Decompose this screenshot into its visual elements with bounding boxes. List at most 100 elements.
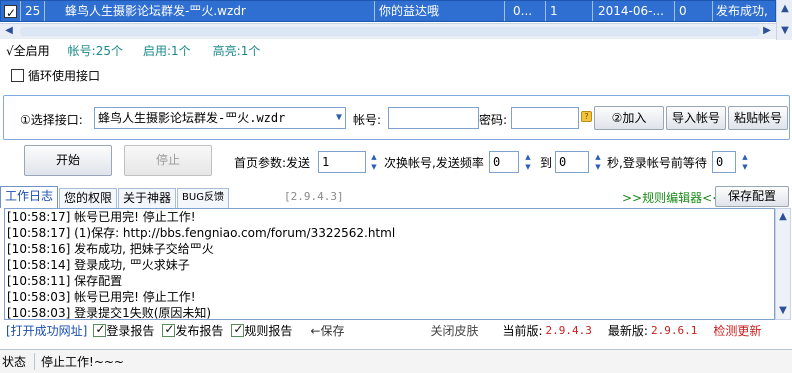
login-report-label: 登录报告 xyxy=(106,323,155,338)
row-checkbox-cell[interactable] xyxy=(1,1,21,21)
add-button[interactable]: ②加入 xyxy=(594,106,664,130)
report-bar: [打开成功网址] 登录报告 发布报告 规则报告 ←保存 关闭皮肤 当前版: 2.… xyxy=(0,320,792,340)
row-col5: 1 xyxy=(546,1,593,21)
tab-bar: 工作日志 您的权限 关于神器 BUG反馈 xyxy=(0,186,230,208)
password-input[interactable] xyxy=(511,107,579,129)
loop-interface-checkbox[interactable] xyxy=(11,69,24,82)
accounts-label: 帐号: xyxy=(67,43,96,58)
account-label: 帐号: xyxy=(353,113,382,127)
loop-interface-label: 循环使用接口 xyxy=(28,69,101,83)
tab-about[interactable]: 关于神器 xyxy=(118,188,177,208)
rule-report-checkbox[interactable] xyxy=(231,322,245,337)
row-col7: 0 xyxy=(675,1,713,21)
account-stats: √全启用 帐号: 25个 启用: 1个 高亮: 1个 xyxy=(6,42,260,58)
spin-down-icon[interactable]: ▼ xyxy=(739,162,751,172)
latest-version-label: 最新版: xyxy=(607,323,648,338)
login-report-checkbox[interactable] xyxy=(93,322,107,337)
save-arrow-label[interactable]: ←保存 xyxy=(310,322,344,339)
accounts-count: 25个 xyxy=(95,43,123,58)
status-message: 停止工作!~~~ xyxy=(41,355,124,369)
status-bar: 状态 停止工作!~~~ xyxy=(0,349,792,373)
row-interface-name: 蜂鸟人生摄影论坛群发-罒火.wzdr xyxy=(45,1,375,21)
frequency-from-input[interactable]: 0 xyxy=(489,151,519,173)
log-line: [10:58:11] 保存配置 xyxy=(7,274,123,288)
loop-interface-option[interactable]: 循环使用接口 xyxy=(11,67,100,84)
rule-report-label: 规则报告 xyxy=(244,323,293,338)
row-date: 2014-06-... xyxy=(593,1,675,21)
frequency-from-spinner[interactable]: ▲ ▼ xyxy=(522,152,534,172)
to-label: 到 xyxy=(540,156,553,170)
send-count-spinner[interactable]: ▲ ▼ xyxy=(368,152,380,172)
close-skin-link[interactable]: 关闭皮肤 xyxy=(430,322,478,339)
row-col4: 0... xyxy=(505,1,546,21)
publish-report-checkbox[interactable] xyxy=(162,322,176,337)
log-line: [10:58:03] 登录提交1失败(原因未知) xyxy=(7,306,212,320)
row-index: 25 xyxy=(21,1,45,21)
wait-label: 秒,登录帐号前等待 xyxy=(607,156,707,170)
status-label: 状态 xyxy=(2,353,36,370)
scroll-right-arrow-icon[interactable]: ▶ xyxy=(760,24,774,38)
chevron-down-icon[interactable]: ▼ xyxy=(336,108,342,128)
wait-input[interactable]: 0 xyxy=(712,151,736,173)
publish-report-label: 发布报告 xyxy=(175,323,224,338)
check-update-link[interactable]: 检测更新 xyxy=(713,322,761,339)
scroll-left-arrow-icon[interactable]: ◀ xyxy=(2,24,16,38)
scroll-up-arrow-icon[interactable]: ▲ xyxy=(778,2,792,16)
account-grid-row[interactable]: 25 蜂鸟人生摄影论坛群发-罒火.wzdr 你的益达哦 0... 1 2014-… xyxy=(0,0,776,22)
home-param-label: 首页参数:发送 xyxy=(234,156,311,170)
scroll-up-arrow-icon[interactable]: ▲ xyxy=(776,210,790,224)
switch-label: 次换帐号,发送频率 xyxy=(384,156,484,170)
row-status: 发布成功, xyxy=(716,4,768,18)
grid-vertical-scrollbar[interactable]: ▲ ▼ xyxy=(776,0,792,40)
frequency-to-input[interactable]: 0 xyxy=(555,151,589,173)
tab-bug-feedback[interactable]: BUG反馈 xyxy=(177,188,229,208)
import-accounts-button[interactable]: 导入帐号 xyxy=(666,106,726,130)
interface-group: ①选择接口: 蜂鸟人生摄影论坛群发-罒火.wzdr ▼ 帐号: 密码: ? ②加… xyxy=(3,95,790,140)
open-success-link[interactable]: [打开成功网址] xyxy=(6,322,87,339)
account-input[interactable] xyxy=(388,107,479,129)
current-version-label: 当前版: xyxy=(502,323,543,338)
row-checkbox[interactable] xyxy=(4,3,17,21)
log-line: [10:58:03] 帐号已用完! 停止工作! xyxy=(7,290,196,304)
current-version-value: 2.9.4.3 xyxy=(545,323,592,337)
interface-select-value: 蜂鸟人生摄影论坛群发-罒火.wzdr xyxy=(98,111,286,125)
stop-button[interactable]: 停止 xyxy=(124,145,212,176)
select-interface-label: ①选择接口: xyxy=(20,113,83,127)
spin-up-icon[interactable]: ▲ xyxy=(739,152,751,162)
enabled-label: 启用: xyxy=(142,43,172,58)
horizontal-scroll-thumb[interactable] xyxy=(20,27,760,36)
spin-up-icon[interactable]: ▲ xyxy=(368,152,380,162)
tab-work-log[interactable]: 工作日志 xyxy=(0,186,59,208)
work-log: [10:58:17] 帐号已用完! 停止工作! [10:58:17] (1)保存… xyxy=(4,208,775,320)
grid-horizontal-scrollbar[interactable]: ◀ ▶ xyxy=(0,23,776,39)
frequency-to-spinner[interactable]: ▲ ▼ xyxy=(592,152,604,172)
spin-down-icon[interactable]: ▼ xyxy=(592,162,604,172)
version-tag: [2.9.4.3] xyxy=(284,190,344,203)
spin-down-icon[interactable]: ▼ xyxy=(368,162,380,172)
password-label: 密码: xyxy=(479,113,508,127)
log-line: [10:58:14] 登录成功, 罒火求妹子 xyxy=(7,258,190,272)
send-count-input[interactable]: 1 xyxy=(318,151,366,173)
check-all-toggle[interactable]: √全启用 xyxy=(6,42,50,59)
enabled-count: 1个 xyxy=(171,43,191,58)
row-nickname: 你的益达哦 xyxy=(375,1,505,21)
spin-down-icon[interactable]: ▼ xyxy=(522,162,534,172)
start-button[interactable]: 开始 xyxy=(24,145,112,176)
save-config-button[interactable]: 保存配置 xyxy=(715,186,789,207)
latest-version-value: 2.9.6.1 xyxy=(650,323,698,337)
highlight-count: 1个 xyxy=(240,43,261,58)
wait-spinner[interactable]: ▲ ▼ xyxy=(739,152,751,172)
rules-editor-link[interactable]: >>规则编辑器<< xyxy=(622,189,722,206)
scroll-down-arrow-icon[interactable]: ▼ xyxy=(778,24,792,38)
spin-up-icon[interactable]: ▲ xyxy=(522,152,534,162)
spin-up-icon[interactable]: ▲ xyxy=(592,152,604,162)
lock-icon: ? xyxy=(581,111,592,122)
log-line: [10:58:17] (1)保存: http://bbs.fengniao.co… xyxy=(7,226,396,240)
highlight-label: 高亮: xyxy=(212,43,241,58)
log-line: [10:58:17] 帐号已用完! 停止工作! xyxy=(7,210,196,224)
paste-accounts-button[interactable]: 粘贴帐号 xyxy=(728,106,788,130)
interface-select[interactable]: 蜂鸟人生摄影论坛群发-罒火.wzdr ▼ xyxy=(94,107,346,129)
scroll-down-arrow-icon[interactable]: ▼ xyxy=(776,304,790,318)
tab-permissions[interactable]: 您的权限 xyxy=(59,188,118,208)
log-scrollbar[interactable]: ▲ ▼ xyxy=(775,208,791,320)
